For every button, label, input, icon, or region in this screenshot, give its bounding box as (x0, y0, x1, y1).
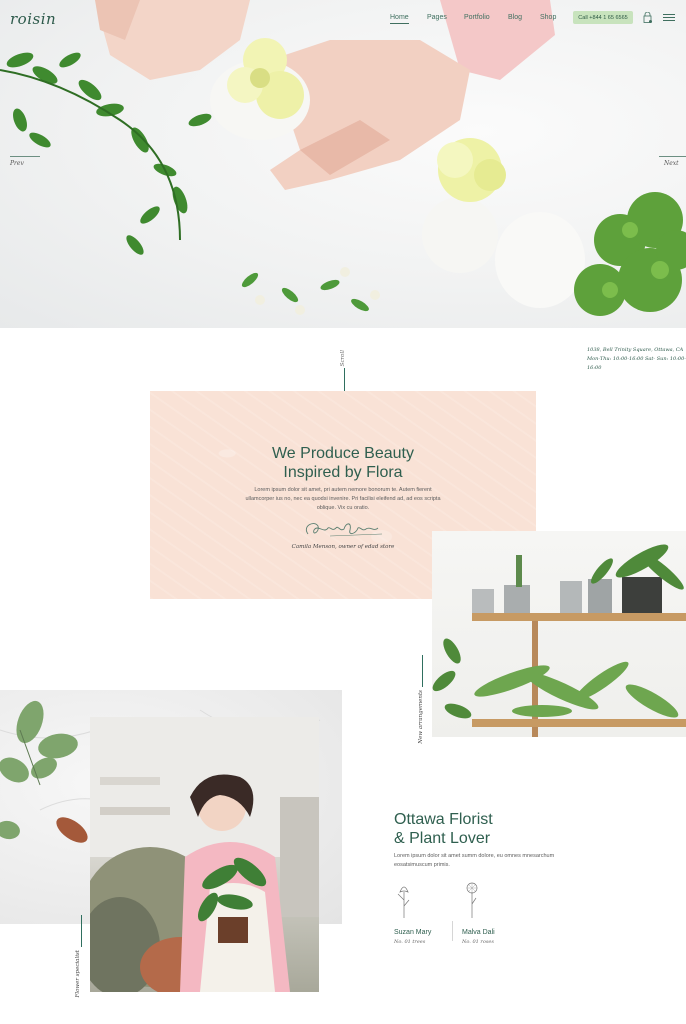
team-member-role: No. 01 roses (462, 939, 494, 945)
signature-image (306, 523, 383, 537)
plants-shelf-image (432, 544, 686, 737)
flower-specialist-label: Flower specialist (75, 950, 81, 998)
florist-text: Lorem ipsum dolor sit amet summ dolore, … (394, 853, 555, 868)
team-member-role: No. 01 trees (394, 939, 426, 945)
nav-shop[interactable]: Shop (540, 14, 556, 21)
hero-flowers-image (0, 0, 686, 316)
florist-title: Ottawa Florist & Plant Lover (394, 810, 493, 848)
flower-specialist-line (81, 915, 82, 947)
store-address: 1038, Bell Trinity Square, Ottawa, CA Mo… (587, 346, 686, 373)
call-button[interactable]: Call +844 1 65 6565 (573, 11, 633, 24)
team-member-name: Suzan Mary (394, 929, 432, 936)
member-divider (452, 921, 453, 941)
hamburger-icon[interactable] (663, 14, 675, 22)
scroll-label: Scroll (340, 350, 346, 367)
intro-text: Lorem ipsum dolor sit amet, pri autem ne… (245, 487, 441, 511)
intro-title-line1: We Produce Beauty (271, 445, 414, 462)
hero-slider (0, 0, 686, 328)
dandelion-sketch-icon (466, 882, 478, 918)
team-member-2[interactable]: Malva Dali No. 01 roses (462, 880, 522, 945)
address-line: 1038, Bell Trinity Square, Ottawa, CA (587, 347, 684, 353)
slider-prev[interactable]: Prev (10, 156, 40, 167)
nav-pages[interactable]: Pages (427, 14, 447, 21)
flower-sketch-icon (397, 886, 410, 918)
shopping-bag-icon[interactable] (643, 12, 652, 23)
florist-title-line1: Ottawa Florist (394, 811, 493, 828)
new-arrangements-line (422, 655, 423, 687)
nav-blog[interactable]: Blog (508, 14, 522, 21)
new-arrangements-label: New arrangements (418, 690, 424, 744)
nav-portfolio[interactable]: Portfolio (464, 14, 490, 21)
florist-woman-image (90, 717, 319, 992)
florist-title-line2: & Plant Lover (394, 830, 491, 847)
team-member-1[interactable]: Suzan Mary No. 01 trees (394, 880, 454, 945)
slider-next[interactable]: Next (658, 156, 686, 167)
intro-title: We Produce Beauty Inspired by Flora (150, 444, 536, 482)
intro-title-line2: Inspired by Flora (283, 464, 403, 481)
florist-photo[interactable] (90, 717, 319, 992)
new-arrangements-photo[interactable] (432, 531, 686, 737)
team-member-name: Malva Dali (462, 929, 495, 936)
site-logo[interactable]: roisin (10, 10, 56, 28)
hours-line: Mon-Thu: 10:00-16:00 Sat- Sun: 10:00-16:… (587, 356, 686, 371)
nav-home[interactable]: Home (390, 14, 409, 24)
